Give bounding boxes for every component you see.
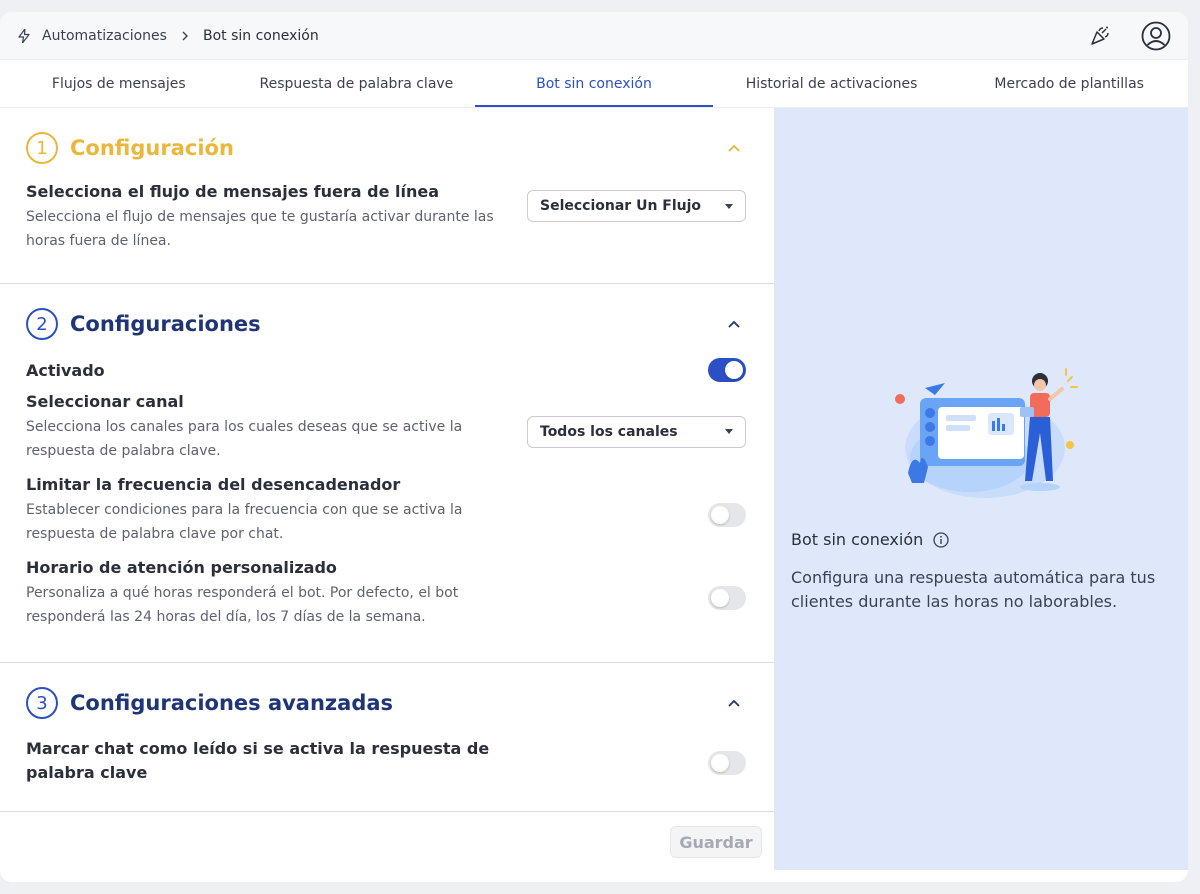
chevron-up-icon[interactable] xyxy=(722,312,746,336)
row-description: Selecciona el flujo de mensajes que te g… xyxy=(26,209,494,249)
chevron-up-icon[interactable] xyxy=(722,136,746,160)
row-description: Establecer condiciones para la frecuenci… xyxy=(26,502,463,542)
row-control xyxy=(708,358,746,382)
activated-row: Activado xyxy=(26,358,746,382)
tab-trigger-history[interactable]: Historial de activaciones xyxy=(713,60,951,107)
chevron-up-icon[interactable] xyxy=(722,691,746,715)
row-control xyxy=(708,751,746,775)
flow-select[interactable]: Seleccionar Un Flujo xyxy=(527,190,746,222)
frequency-row: Limitar la frecuencia del desencadenador… xyxy=(26,475,746,546)
custom-hours-row: Horario de atención personalizado Person… xyxy=(26,558,746,629)
mark-read-row: Marcar chat como leído si se activa la r… xyxy=(26,737,746,789)
section-header: 2 Configuraciones xyxy=(26,308,746,340)
flow-select-value: Seleccionar Un Flujo xyxy=(540,198,702,214)
channel-select-value: Todos los canales xyxy=(540,423,678,440)
row-description: Selecciona los canales para los cuales d… xyxy=(26,419,463,459)
row-title: Horario de atención personalizado xyxy=(26,558,337,577)
party-popper-icon[interactable] xyxy=(1084,20,1116,52)
channel-select[interactable]: Todos los canales xyxy=(527,415,746,448)
row-control: Seleccionar Un Flujo xyxy=(527,190,746,222)
info-panel: Bot sin conexión Configura una respuesta… xyxy=(775,108,1188,870)
section-number: 1 xyxy=(26,132,58,164)
header: Automatizaciones Bot sin conexión xyxy=(0,12,1188,60)
row-control: Todos los canales xyxy=(527,415,746,448)
breadcrumb-current: Bot sin conexión xyxy=(202,27,319,44)
bot-illustration xyxy=(895,368,1078,498)
tab-keyword-response[interactable]: Respuesta de palabra clave xyxy=(238,60,476,107)
section-number: 3 xyxy=(26,687,58,719)
lightning-icon xyxy=(16,28,32,44)
row-control xyxy=(708,502,746,527)
tab-template-market[interactable]: Mercado de plantillas xyxy=(950,60,1188,107)
offline-flow-row: Selecciona el flujo de mensajes fuera de… xyxy=(26,182,746,253)
section-title: Configuración xyxy=(70,136,234,160)
tab-message-flows[interactable]: Flujos de mensajes xyxy=(0,60,238,107)
row-title: Selecciona el flujo de mensajes fuera de… xyxy=(26,182,439,201)
breadcrumb-root[interactable]: Automatizaciones xyxy=(42,28,167,44)
row-text: Activado xyxy=(26,361,506,380)
channel-row: Seleccionar canal Selecciona los canales… xyxy=(26,392,746,463)
activated-toggle[interactable] xyxy=(708,358,746,382)
content-area: 1 Configuración Selecciona el flujo de m… xyxy=(0,108,1188,870)
toggle-knob xyxy=(711,588,729,607)
info-icon[interactable] xyxy=(933,531,949,548)
row-title: Seleccionar canal xyxy=(26,392,184,411)
row-text: Selecciona el flujo de mensajes fuera de… xyxy=(26,182,506,253)
section-number: 2 xyxy=(26,308,58,340)
caret-down-icon xyxy=(725,429,733,434)
save-button[interactable]: Guardar xyxy=(670,826,762,858)
info-description: Configura una respuesta automática para … xyxy=(791,568,1156,611)
section-header: 1 Configuración xyxy=(26,132,746,164)
tab-bar: Flujos de mensajes Respuesta de palabra … xyxy=(0,60,1188,108)
row-title: Activado xyxy=(26,360,105,380)
info-title-text: Bot sin conexión xyxy=(791,530,924,549)
row-text: Seleccionar canal Selecciona los canales… xyxy=(26,392,506,463)
row-text: Horario de atención personalizado Person… xyxy=(26,558,506,629)
toggle-knob xyxy=(711,505,729,524)
toggle-knob xyxy=(711,754,729,772)
frequency-toggle[interactable] xyxy=(708,502,746,527)
chevron-right-icon xyxy=(177,28,193,44)
row-title: Limitar la frecuencia del desencadenador xyxy=(26,475,401,494)
info-title: Bot sin conexión xyxy=(791,530,949,549)
caret-down-icon xyxy=(725,203,733,209)
row-control xyxy=(708,585,746,610)
user-avatar-icon[interactable] xyxy=(1140,20,1172,52)
row-text: Marcar chat como leído si se activa la r… xyxy=(26,737,506,789)
section-settings: 2 Configuraciones Activado Seleccionar c… xyxy=(0,284,774,663)
row-text: Limitar la frecuencia del desencadenador… xyxy=(26,475,506,546)
section-title: Configuraciones avanzadas xyxy=(70,691,394,715)
custom-hours-toggle[interactable] xyxy=(708,585,746,610)
section-header: 3 Configuraciones avanzadas xyxy=(26,687,746,719)
settings-panel: 1 Configuración Selecciona el flujo de m… xyxy=(0,108,775,870)
row-title: Marcar chat como leído si se activa la r… xyxy=(26,739,490,782)
section-configuration: 1 Configuración Selecciona el flujo de m… xyxy=(0,108,774,284)
footer: Guardar xyxy=(0,814,774,870)
section-title: Configuraciones xyxy=(70,312,261,336)
toggle-knob xyxy=(725,361,743,379)
header-actions xyxy=(1084,20,1172,52)
row-description: Personaliza a qué horas responderá el bo… xyxy=(26,585,459,625)
mark-read-toggle[interactable] xyxy=(708,751,746,775)
tab-offline-bot[interactable]: Bot sin conexión xyxy=(475,60,713,107)
app-window: Automatizaciones Bot sin conexión Flujos… xyxy=(0,12,1188,882)
section-advanced: 3 Configuraciones avanzadas Marcar chat … xyxy=(0,663,774,812)
